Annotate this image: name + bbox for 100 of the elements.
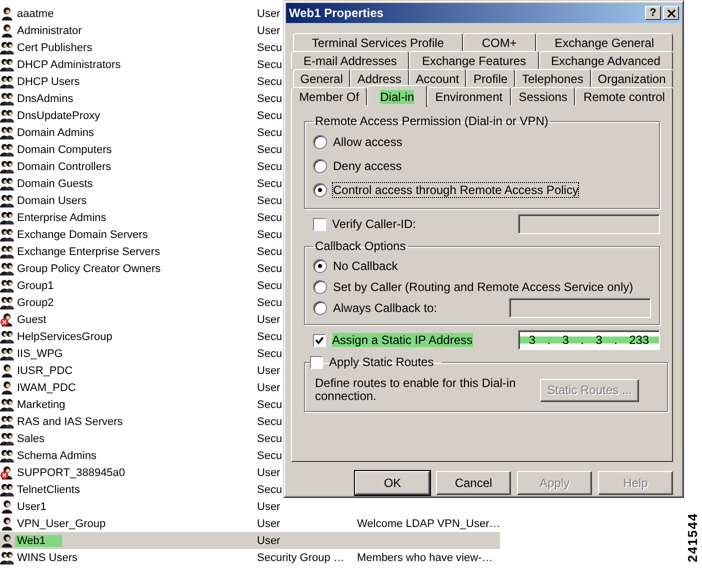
tab[interactable]: Environment	[427, 87, 511, 105]
type-cell: Secu	[257, 92, 282, 104]
type-cell: Secu	[257, 58, 282, 70]
user-name: Schema Admins	[16, 450, 98, 462]
user-name: Cert Publishers	[16, 42, 94, 54]
user-icon	[0, 380, 14, 395]
type-cell: Secu	[257, 416, 282, 428]
type-cell: Secu	[257, 212, 282, 224]
type-cell: User	[257, 8, 280, 20]
tab[interactable]: Organization	[590, 69, 673, 87]
option-label: Control access through Remote Access Policy	[333, 183, 578, 197]
type-cell: User	[257, 364, 280, 376]
group-icon	[0, 329, 14, 344]
user-icon	[0, 533, 14, 548]
caller-id-field[interactable]	[518, 214, 660, 234]
dialog-button[interactable]: OK	[355, 471, 430, 495]
type-cell: Secu	[257, 432, 282, 444]
group-icon	[0, 176, 14, 191]
user-icon	[0, 6, 14, 21]
radio-button[interactable]	[313, 300, 327, 314]
ip-address-field[interactable]: 3 . 3 . 3 . 233	[518, 330, 660, 350]
description-cell: Members who have view-…	[357, 552, 493, 564]
type-cell: Secu	[257, 296, 282, 308]
help-button[interactable]: ?	[645, 6, 661, 20]
ip-octet: 3	[528, 333, 536, 347]
tab[interactable]: E-mail Addresses	[291, 51, 410, 69]
tab[interactable]: Sessions	[510, 87, 576, 105]
tab[interactable]: COM+	[462, 33, 536, 51]
tab[interactable]: Exchange General	[536, 33, 673, 51]
list-row[interactable]: WINS Users Security Group … Members who have view-…	[0, 549, 500, 566]
user-name: Group2	[16, 296, 55, 308]
tab[interactable]: General	[293, 69, 350, 87]
type-cell: Secu	[257, 246, 282, 258]
group-icon	[0, 193, 14, 208]
list-row[interactable]: Sales Secu	[0, 430, 500, 447]
octet-separator: .	[614, 333, 618, 347]
group-icon	[0, 278, 14, 293]
user-icon	[0, 23, 14, 38]
close-button[interactable]	[663, 6, 679, 20]
window-title: Web1 Properties	[289, 6, 384, 20]
list-row[interactable]: RAS and IAS Servers Secu	[0, 413, 500, 430]
group-icon	[0, 142, 14, 157]
type-cell: User	[257, 518, 280, 530]
group-icon	[0, 159, 14, 174]
list-row[interactable]: VPN_User_Group User Welcome LDAP VPN_User…	[0, 515, 500, 532]
callback-number-field[interactable]	[509, 298, 651, 318]
type-cell: Secu	[257, 42, 282, 54]
group-icon	[0, 210, 14, 225]
group-icon	[0, 414, 14, 429]
type-cell: Secu	[257, 262, 282, 274]
description-text: Define routes to enable for this Dial-in connection.	[315, 377, 517, 403]
tab[interactable]: Exchange Features	[409, 51, 539, 69]
group-icon	[0, 397, 14, 412]
radio-button[interactable]	[313, 159, 327, 173]
type-cell: Secu	[257, 110, 282, 122]
list-row[interactable]: Schema Admins Secu	[0, 447, 500, 464]
type-cell: User	[257, 382, 280, 394]
user-name: Exchange Domain Servers	[16, 228, 149, 240]
user-name: WINS Users	[16, 552, 78, 564]
dialog-button[interactable]: Cancel	[436, 471, 511, 495]
option-label: Always Callback to:	[333, 300, 438, 314]
user-name: User1	[16, 500, 48, 512]
radio-button[interactable]	[313, 183, 327, 197]
user-name: HelpServicesGroup	[16, 330, 114, 342]
type-cell: Secu	[257, 398, 282, 410]
option-label: No Callback	[333, 258, 398, 272]
checkbox-label: Verify Caller-ID:	[332, 217, 416, 231]
checkbox-label: Assign a Static IP Address	[332, 333, 473, 347]
type-cell: User	[257, 466, 280, 478]
user-name: Web1	[15, 534, 62, 546]
checkbox[interactable]	[310, 356, 323, 368]
group-icon	[0, 448, 14, 463]
radio-button[interactable]	[313, 280, 327, 294]
group-icon	[0, 74, 14, 89]
user-name: RAS and IAS Servers	[16, 416, 124, 428]
type-cell: Secu	[257, 330, 282, 342]
user-name: IWAM_PDC	[16, 382, 77, 394]
tab[interactable]: Terminal Services Profile	[293, 33, 463, 51]
user-name: VPN_User_Group	[16, 518, 107, 530]
user-icon	[0, 516, 14, 531]
group-icon	[0, 550, 14, 565]
tab[interactable]: Dial-in	[367, 85, 428, 107]
checkbox[interactable]	[313, 334, 326, 346]
type-cell: Secu	[257, 194, 282, 206]
tab[interactable]: Telephones	[514, 69, 591, 87]
checkbox[interactable]	[313, 218, 326, 230]
type-cell: Secu	[257, 160, 282, 172]
radio-button[interactable]	[313, 258, 327, 272]
tab[interactable]: Exchange Advanced	[538, 51, 673, 69]
user-icon	[0, 363, 14, 378]
list-row[interactable]: User1 User	[0, 498, 500, 515]
ip-octet: 3	[562, 333, 569, 347]
tab[interactable]: Profile	[466, 69, 515, 87]
radio-button[interactable]	[313, 135, 327, 149]
tab[interactable]: Remote control	[575, 87, 673, 105]
user-name: Exchange Enterprise Servers	[16, 246, 162, 258]
user-name: Domain Computers	[16, 144, 113, 156]
type-cell: User	[257, 534, 280, 546]
list-row[interactable]: Web1 User	[0, 532, 500, 549]
user-name: Group1	[16, 280, 55, 292]
